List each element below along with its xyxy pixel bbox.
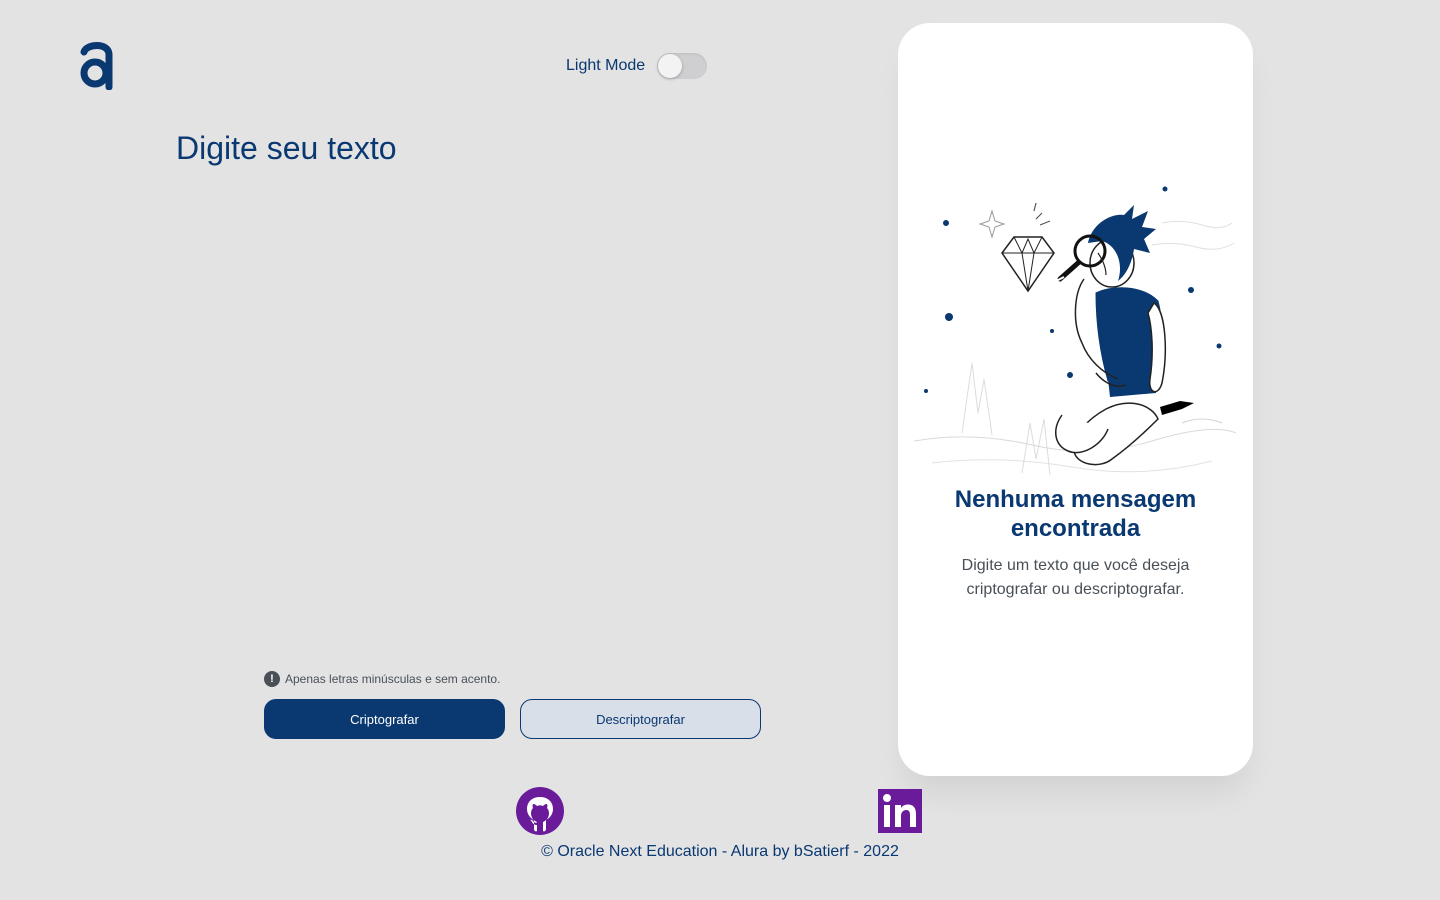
decrypt-button[interactable]: Descriptografar	[520, 699, 761, 739]
empty-state-text: Digite um texto que você deseja criptogr…	[961, 557, 1190, 598]
exclamation-circle-icon: !	[264, 671, 280, 687]
theme-toggle-group: Light Mode	[566, 53, 708, 79]
person-magnifying-glass-illustration	[913, 186, 1237, 476]
alura-logo-icon[interactable]	[78, 40, 114, 90]
output-card: Nenhuma mensagem encontrada Digite um te…	[898, 23, 1253, 776]
encrypt-button[interactable]: Criptografar	[264, 699, 505, 739]
input-hint-text: Apenas letras minúsculas e sem acento.	[285, 672, 501, 686]
linkedin-icon[interactable]	[878, 789, 922, 833]
theme-toggle-switch[interactable]	[657, 53, 708, 79]
empty-state-title: Nenhuma mensagem encontrada	[954, 486, 1197, 542]
input-hint: ! Apenas letras minúsculas e sem acento.	[264, 671, 500, 687]
toggle-knob	[658, 54, 683, 78]
github-icon[interactable]	[516, 787, 564, 835]
message-input[interactable]	[176, 130, 816, 630]
footer-text: © Oracle Next Education - Alura by bSati…	[541, 843, 899, 860]
theme-toggle-label: Light Mode	[566, 57, 646, 74]
